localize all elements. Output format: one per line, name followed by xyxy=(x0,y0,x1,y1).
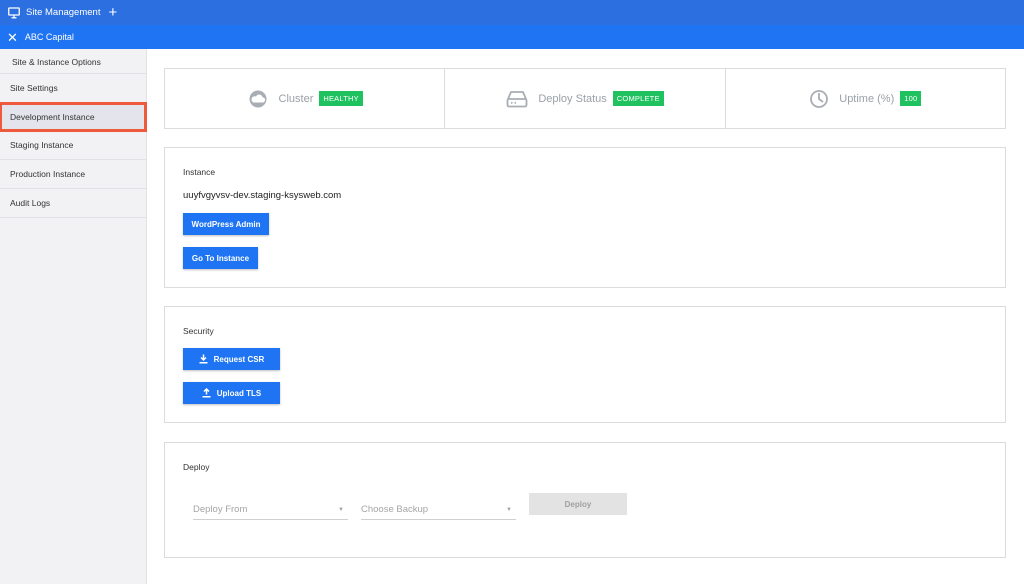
upload-tls-button[interactable]: Upload TLS xyxy=(183,382,280,404)
sidebar-item-production-instance[interactable]: Production Instance xyxy=(0,160,146,189)
instance-card-title: Instance xyxy=(183,167,216,177)
uptime-stat: Uptime (%) 100 xyxy=(726,69,1005,128)
timer-icon xyxy=(810,89,829,108)
monitor-icon xyxy=(8,6,20,18)
security-card-title: Security xyxy=(183,326,214,336)
cluster-label: Cluster xyxy=(278,92,314,105)
status-panel: Cluster HEALTHY Deploy Status COMPLETE U… xyxy=(164,68,1006,129)
deploy-button[interactable]: Deploy xyxy=(529,493,627,515)
site-tab-title[interactable]: ABC Capital xyxy=(25,32,74,42)
deploy-status-badge: COMPLETE xyxy=(612,91,664,106)
download-icon xyxy=(199,354,208,364)
cluster-stat: Cluster HEALTHY xyxy=(165,69,446,128)
deploy-card: Deploy Deploy From ▼ Choose Backup ▼ Dep… xyxy=(164,442,1006,558)
chevron-down-icon: ▼ xyxy=(506,506,512,513)
upload-icon xyxy=(202,388,211,398)
deploy-card-title: Deploy xyxy=(183,462,210,472)
instance-hostname: uuyfvgyvsv-dev.staging-ksysweb.com xyxy=(183,190,342,201)
upload-tls-label: Upload TLS xyxy=(216,388,262,398)
plus-icon[interactable]: + xyxy=(108,5,117,20)
sidebar-item-development-instance[interactable]: Development Instance xyxy=(0,102,147,132)
sidebar-header: Site & Instance Options xyxy=(0,49,146,74)
top-bar: Site Management + xyxy=(0,0,1024,25)
wordpress-admin-button[interactable]: WordPress Admin xyxy=(183,213,269,235)
uptime-badge: 100 xyxy=(900,91,922,106)
deploy-status-stat: Deploy Status COMPLETE xyxy=(445,69,726,128)
site-tab-bar: ✕ ABC Capital xyxy=(0,25,1024,49)
chevron-down-icon: ▼ xyxy=(338,506,344,513)
security-card: Security Request CSR Upload TLS xyxy=(164,306,1006,423)
deploy-from-placeholder: Deploy From xyxy=(193,504,248,515)
request-csr-label: Request CSR xyxy=(213,354,265,364)
cloud-icon xyxy=(249,90,267,107)
deploy-from-select[interactable]: Deploy From ▼ xyxy=(193,500,348,520)
choose-backup-placeholder: Choose Backup xyxy=(361,504,429,515)
main-content: Cluster HEALTHY Deploy Status COMPLETE U… xyxy=(147,49,1024,584)
top-bar-title: Site Management xyxy=(26,7,101,18)
sidebar: Site & Instance Options Site Settings De… xyxy=(0,49,147,584)
uptime-label: Uptime (%) xyxy=(839,92,895,105)
sidebar-item-site-settings[interactable]: Site Settings xyxy=(0,74,146,103)
request-csr-button[interactable]: Request CSR xyxy=(183,348,280,370)
deploy-status-label: Deploy Status xyxy=(538,92,607,105)
choose-backup-select[interactable]: Choose Backup ▼ xyxy=(361,500,516,520)
hard-drive-icon xyxy=(506,90,528,107)
sidebar-item-audit-logs[interactable]: Audit Logs xyxy=(0,189,146,218)
close-icon[interactable]: ✕ xyxy=(7,31,18,44)
instance-card: Instance uuyfvgyvsv-dev.staging-ksysweb.… xyxy=(164,147,1006,288)
cluster-status-badge: HEALTHY xyxy=(319,91,363,106)
sidebar-item-staging-instance[interactable]: Staging Instance xyxy=(0,131,146,160)
go-to-instance-button[interactable]: Go To Instance xyxy=(183,247,258,269)
